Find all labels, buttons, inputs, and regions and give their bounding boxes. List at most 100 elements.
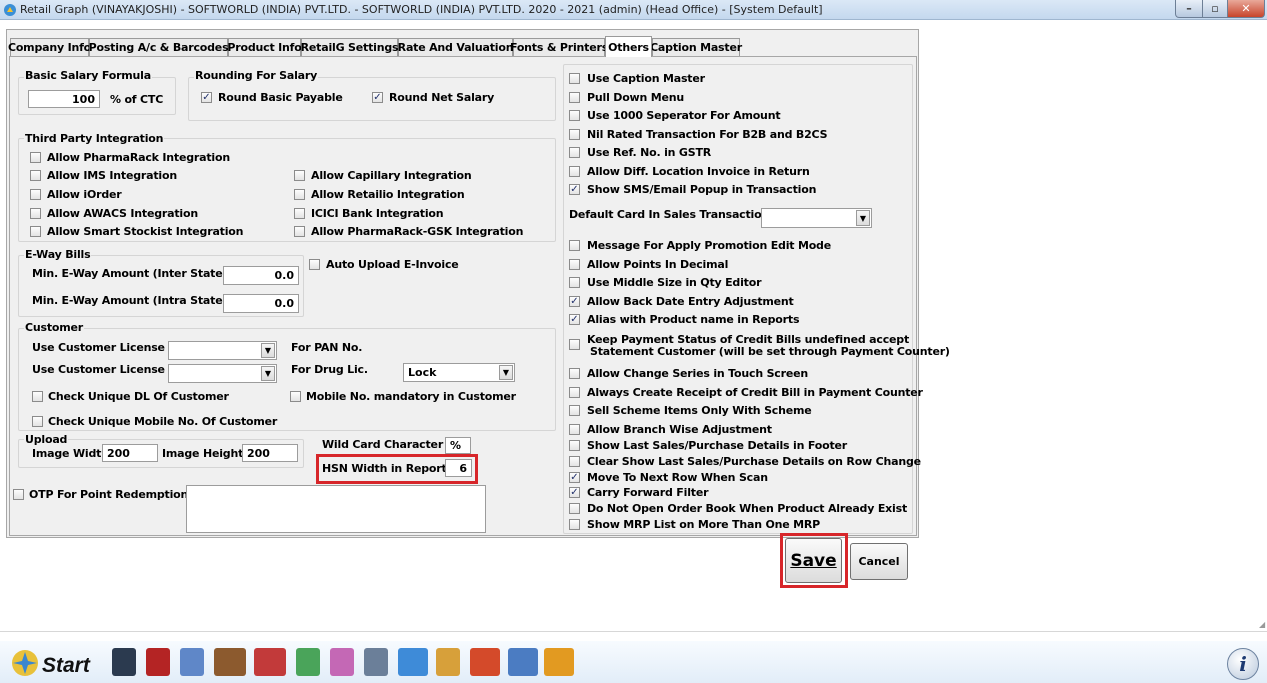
window-title: Retail Graph (VINAYAKJOSHI) - SOFTWORLD …: [20, 3, 823, 16]
taskbar-app-icon-12[interactable]: [508, 648, 538, 676]
taskbar-app-icon-2[interactable]: [146, 648, 170, 676]
diff-location-checkbox[interactable]: [569, 166, 580, 177]
hsn-width-input[interactable]: 6: [445, 459, 472, 477]
pharmarack-label: Allow PharmaRack Integration: [47, 151, 230, 164]
capillary-checkbox[interactable]: [294, 170, 305, 181]
tab-retailg-settings[interactable]: RetailG Settings: [301, 38, 399, 56]
image-height-label: Image Height: [162, 447, 244, 460]
iorder-checkbox[interactable]: [30, 189, 41, 200]
sms-popup-checkbox[interactable]: ✓: [569, 184, 580, 195]
mrp-list-checkbox[interactable]: [569, 519, 580, 530]
ref-no-gstr-checkbox[interactable]: [569, 147, 580, 158]
taskbar-app-icon-3[interactable]: [180, 648, 204, 676]
keep-payment-checkbox[interactable]: [569, 339, 580, 350]
cancel-button[interactable]: Cancel: [850, 543, 908, 580]
tab-rate-valuation[interactable]: Rate And Valuation: [398, 38, 514, 56]
otp-checkbox[interactable]: [13, 489, 24, 500]
pharmarack-checkbox[interactable]: [30, 152, 41, 163]
thousand-separator-checkbox[interactable]: [569, 110, 580, 121]
customer-license1-label: Use Customer License: [32, 341, 165, 354]
clear-last-sales-checkbox[interactable]: [569, 456, 580, 467]
eway-legend: E-Way Bills: [24, 248, 92, 261]
basic-salary-input[interactable]: 100: [28, 90, 100, 108]
mobile-mandatory-checkbox[interactable]: [290, 391, 301, 402]
round-basic-label: Round Basic Payable: [218, 91, 343, 104]
back-date-checkbox[interactable]: ✓: [569, 296, 580, 307]
otp-message-textarea[interactable]: [186, 485, 486, 533]
taskbar-app-icon-6[interactable]: [296, 648, 320, 676]
branch-adjust-label: Allow Branch Wise Adjustment: [587, 423, 772, 436]
start-logo-icon[interactable]: [10, 648, 40, 678]
unique-mobile-checkbox[interactable]: [32, 416, 43, 427]
taskbar-app-icon-13[interactable]: [544, 648, 574, 676]
customer-license1-combo[interactable]: ▼: [168, 341, 277, 360]
promotion-message-checkbox[interactable]: [569, 240, 580, 251]
create-receipt-label: Always Create Receipt of Credit Bill in …: [587, 386, 923, 399]
chevron-down-icon: ▼: [261, 366, 275, 381]
pharmarack-gsk-checkbox[interactable]: [294, 226, 305, 237]
eway-inter-input[interactable]: 0.0: [223, 266, 299, 285]
unique-dl-label: Check Unique DL Of Customer: [48, 390, 229, 403]
taskbar-app-icon-7[interactable]: [330, 648, 354, 676]
smart-stockist-checkbox[interactable]: [30, 226, 41, 237]
maximize-icon: ▫: [1211, 2, 1219, 15]
change-series-label: Allow Change Series in Touch Screen: [587, 367, 809, 380]
alias-product-checkbox[interactable]: ✓: [569, 314, 580, 325]
ims-checkbox[interactable]: [30, 170, 41, 181]
taskbar-app-icon-9[interactable]: [398, 648, 428, 676]
points-decimal-checkbox[interactable]: [569, 259, 580, 270]
use-caption-master-checkbox[interactable]: [569, 73, 580, 84]
taskbar-app-icon-4[interactable]: [214, 648, 246, 676]
create-receipt-checkbox[interactable]: [569, 387, 580, 398]
tab-product-info[interactable]: Product Info: [227, 38, 302, 56]
drug-lic-label: For Drug Lic.: [291, 363, 368, 376]
nil-rated-checkbox[interactable]: [569, 129, 580, 140]
taskbar-app-icon-10[interactable]: [436, 648, 460, 676]
awacs-checkbox[interactable]: [30, 208, 41, 219]
taskbar-app-icon-5[interactable]: [254, 648, 286, 676]
branch-adjust-checkbox[interactable]: [569, 424, 580, 435]
unique-dl-checkbox[interactable]: [32, 391, 43, 402]
clear-last-sales-label: Clear Show Last Sales/Purchase Details o…: [587, 455, 921, 468]
icici-checkbox[interactable]: [294, 208, 305, 219]
tab-caption-master[interactable]: Caption Master: [650, 38, 742, 56]
taskbar-app-icon-11[interactable]: [470, 648, 500, 676]
points-decimal-label: Allow Points In Decimal: [587, 258, 729, 271]
wildcard-input[interactable]: %: [445, 437, 471, 454]
order-book-checkbox[interactable]: [569, 503, 580, 514]
drug-lic-combo[interactable]: Lock ▼: [403, 363, 515, 382]
tab-others[interactable]: Others: [605, 36, 652, 57]
carry-forward-checkbox[interactable]: ✓: [569, 487, 580, 498]
tab-company-info[interactable]: Company Info: [8, 38, 91, 56]
image-width-input[interactable]: 200: [102, 444, 158, 462]
promotion-message-label: Message For Apply Promotion Edit Mode: [587, 239, 831, 252]
taskbar-app-icon-1[interactable]: [112, 648, 136, 676]
round-basic-checkbox[interactable]: ✓: [201, 92, 212, 103]
tab-posting-barcodes[interactable]: Posting A/c & Barcodes: [89, 38, 229, 56]
auto-upload-checkbox[interactable]: [309, 259, 320, 270]
tab-fonts-printers[interactable]: Fonts & Printers: [510, 38, 608, 56]
close-button[interactable]: ✕: [1227, 0, 1265, 18]
middle-size-checkbox[interactable]: [569, 277, 580, 288]
next-row-scan-checkbox[interactable]: ✓: [569, 472, 580, 483]
customer-license2-combo[interactable]: ▼: [168, 364, 277, 383]
mrp-list-label: Show MRP List on More Than One MRP: [587, 518, 821, 531]
taskbar-app-icon-8[interactable]: [364, 648, 388, 676]
change-series-checkbox[interactable]: [569, 368, 580, 379]
last-sales-footer-checkbox[interactable]: [569, 440, 580, 451]
image-width-label: Image Width: [32, 447, 109, 460]
info-icon[interactable]: i: [1227, 648, 1259, 680]
pharmarack-gsk-label: Allow PharmaRack-GSK Integration: [311, 225, 524, 238]
maximize-button[interactable]: ▫: [1202, 0, 1228, 18]
save-button[interactable]: Save: [785, 538, 842, 583]
start-button[interactable]: Start: [42, 654, 90, 678]
round-net-checkbox[interactable]: ✓: [372, 92, 383, 103]
minimize-button[interactable]: –: [1175, 0, 1203, 18]
icici-label: ICICI Bank Integration: [311, 207, 444, 220]
default-card-combo[interactable]: ▼: [761, 208, 872, 228]
pull-down-menu-checkbox[interactable]: [569, 92, 580, 103]
sell-scheme-checkbox[interactable]: [569, 405, 580, 416]
retailio-checkbox[interactable]: [294, 189, 305, 200]
eway-intra-input[interactable]: 0.0: [223, 294, 299, 313]
image-height-input[interactable]: 200: [242, 444, 298, 462]
